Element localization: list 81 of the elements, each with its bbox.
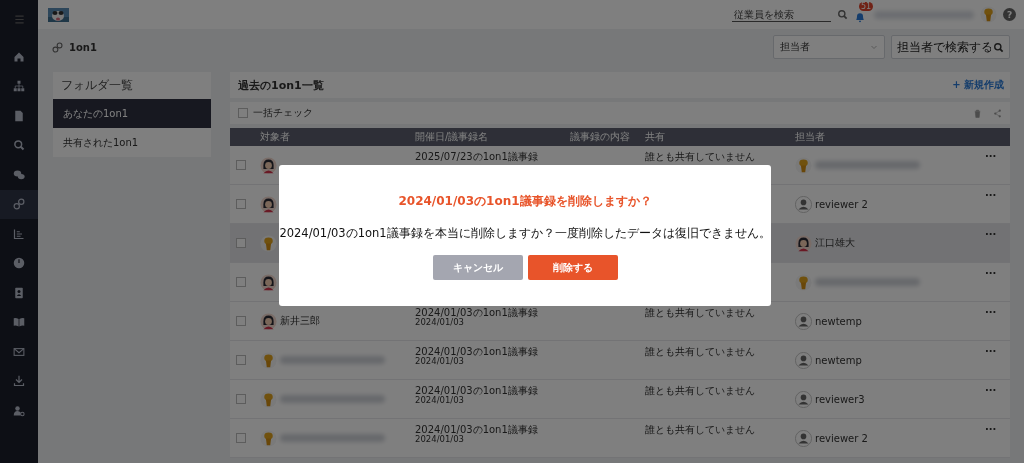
more-menu[interactable]: ··· [970,346,997,357]
assignee-search-field[interactable]: 担当者で検索する [891,35,1010,59]
record-title[interactable]: 2024/01/03の1on1議事録 [415,425,565,435]
more-menu[interactable]: ··· [970,307,997,318]
checkbox[interactable] [236,277,246,287]
download-icon [13,375,25,388]
more-menu[interactable]: ··· [970,229,997,240]
share-status: 誰とも共有していません [645,346,755,357]
assignee-name: 江口雄大 [815,236,855,250]
record-title[interactable]: 2024/01/03の1on1議事録 [415,308,565,318]
search-field[interactable]: 従業員を検索 [732,7,831,22]
search-icon[interactable] [993,41,1004,53]
org-chart-icon [13,80,25,93]
folder-item[interactable]: 共有された1on1 [53,128,211,157]
column-header: 対象者 [259,130,291,144]
person-name: 新井三郎 [280,314,320,328]
more-menu[interactable]: ··· [970,190,997,201]
gauge-icon [13,257,25,270]
record-title[interactable]: 2024/01/03の1on1議事録 [415,386,565,396]
record-title[interactable]: 2025/07/23の1on1議事録 [415,152,565,162]
checkbox[interactable] [238,108,248,118]
sidebar-item[interactable] [0,189,38,219]
column-header: 担当者 [794,130,826,144]
record-date: 2024/01/03 [415,357,465,366]
dialog-title: 2024/01/03の1on1議事録を削除しますか？ [398,193,652,210]
more-menu[interactable]: ··· [970,151,997,162]
search-icon [13,139,25,152]
cancel-button[interactable]: キャンセル [432,255,523,280]
checkbox[interactable] [236,199,246,209]
dialog-message: 2024/01/03の1on1議事録を本当に削除しますか？一度削除したデータは復旧できません。 [279,226,771,241]
share-status: 誰とも共有していません [645,424,755,435]
book-icon [13,316,25,329]
chart-icon [13,227,25,240]
menu-icon[interactable] [13,13,25,25]
record-date: 2024/01/03 [415,435,465,444]
checkbox[interactable] [236,238,246,248]
assignee-name: newtemp [815,354,862,366]
checkbox[interactable] [236,355,246,365]
column-header: 共有 [644,130,666,144]
contacts-icon [13,286,25,299]
delete-button[interactable]: 削除する [527,255,618,280]
assignee-name: newtemp [815,315,862,327]
checkbox[interactable] [236,316,246,326]
document-icon [13,109,25,122]
link-icon [13,198,25,211]
assignee-name: reviewer3 [815,393,865,405]
record-title[interactable]: 2024/01/03の1on1議事録 [415,347,565,357]
new-button[interactable]: + 新規作成 [952,78,1004,92]
assignee-name: reviewer 2 [815,432,868,444]
notification-badge: 51 [859,1,874,11]
more-menu[interactable]: ··· [970,424,997,435]
more-menu[interactable]: ··· [970,268,997,279]
home-icon [13,50,25,63]
assignee-name: reviewer 2 [815,198,868,210]
share-status: 誰とも共有していません [645,307,755,318]
bell-icon[interactable] [854,10,866,23]
bulk-check-label: 一括チェック [253,106,313,120]
record-date: 2024/01/03 [415,396,465,405]
checkbox[interactable] [236,160,246,170]
share-status: 誰とも共有していません [645,385,755,396]
trash-icon[interactable] [973,108,982,118]
link-icon [52,41,63,53]
user-settings-icon [13,404,25,417]
share-status: 誰とも共有していません [645,151,755,162]
share-icon[interactable] [993,108,1002,118]
folder-list-heading: フォルダ一覧 [60,77,134,94]
record-date: 2024/01/03 [415,318,465,327]
checkbox[interactable] [236,433,246,443]
folder-item[interactable]: あなたの1on1 [53,99,211,128]
filter-dropdown[interactable]: 担当者 [773,35,885,59]
page-title: 1on1 [69,41,97,53]
search-input[interactable]: 担当者で検索する [897,40,991,54]
checkbox[interactable] [236,394,246,404]
search-icon[interactable] [837,9,848,20]
help-button[interactable]: ? [1003,8,1016,21]
mail-icon [13,345,25,358]
column-header: 議事録の内容 [569,130,631,144]
chat-icon [13,168,25,181]
more-menu[interactable]: ··· [970,385,997,396]
column-header: 開催日/議事録名 [414,130,490,144]
list-title: 過去の1on1一覧 [238,77,324,93]
